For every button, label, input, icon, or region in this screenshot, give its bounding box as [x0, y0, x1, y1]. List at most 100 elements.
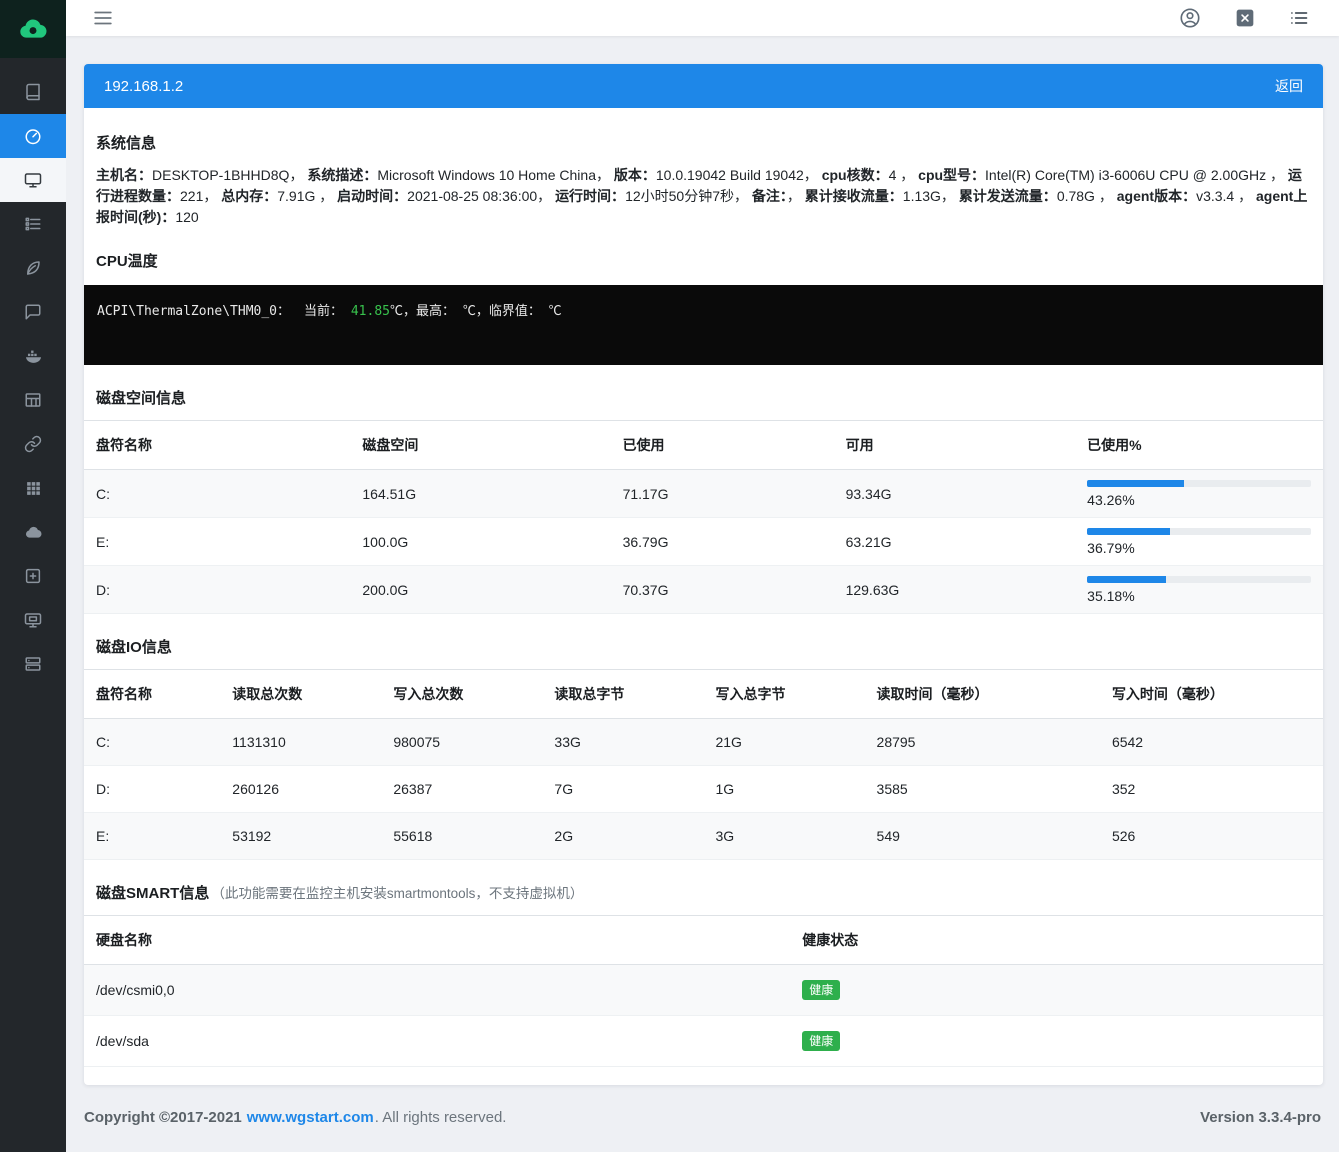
sidebar-item-server[interactable]	[0, 642, 66, 686]
col-header: 已使用	[611, 421, 834, 470]
write-count: 55618	[381, 813, 542, 860]
usage-progressbar	[1087, 480, 1311, 487]
drive-used: 71.17G	[611, 470, 834, 518]
chat-bubble-icon	[24, 303, 42, 321]
drive-name: E:	[84, 518, 350, 566]
read-count: 1131310	[220, 719, 381, 766]
usage-progressbar	[1087, 528, 1311, 535]
sidebar-nav	[0, 58, 66, 686]
sidebar-item-link[interactable]	[0, 422, 66, 466]
col-header: 磁盘空间	[350, 421, 610, 470]
content-area: 192.168.1.2 返回 系统信息 主机名：DESKTOP-1BHHD8Q，…	[66, 36, 1339, 1085]
health-status-badge: 健康	[802, 980, 840, 1000]
drive-name: E:	[84, 813, 220, 860]
menu-toggle-button[interactable]	[88, 3, 118, 33]
health-status-badge: 健康	[802, 1031, 840, 1051]
plus-square-icon	[24, 567, 42, 585]
sidebar-item-add[interactable]	[0, 554, 66, 598]
wgstart-link[interactable]: www.wgstart.com	[247, 1109, 374, 1126]
drive-free: 129.63G	[834, 566, 1076, 614]
disk-io-header-row: 盘符名称 读取总次数 写入总次数 读取总字节 写入总字节 读取时间（毫秒） 写入…	[84, 670, 1323, 719]
write-bytes: 3G	[703, 813, 864, 860]
app-root: 192.168.1.2 返回 系统信息 主机名：DESKTOP-1BHHD8Q，…	[0, 0, 1339, 1152]
usage-progressbar	[1087, 576, 1311, 583]
screen-share-icon	[24, 611, 42, 629]
sidebar-item-screen[interactable]	[0, 598, 66, 642]
read-time: 549	[865, 813, 1100, 860]
host-ip-title: 192.168.1.2	[104, 78, 183, 95]
col-header: 硬盘名称	[84, 916, 790, 965]
server-stack-icon	[24, 655, 42, 673]
disk-space-table: 盘符名称 磁盘空间 已使用 可用 已使用% C: 164.51G	[84, 420, 1323, 614]
system-info-heading: 系统信息	[96, 132, 1311, 153]
table-row: E: 53192 55618 2G 3G 549 526	[84, 813, 1323, 860]
disk-io-heading: 磁盘IO信息	[96, 636, 1311, 657]
system-info-text: 主机名：DESKTOP-1BHHD8Q， 系统描述：Microsoft Wind…	[96, 165, 1311, 228]
table-row: C: 1131310 980075 33G 21G 28795 6542	[84, 719, 1323, 766]
main-column: 192.168.1.2 返回 系统信息 主机名：DESKTOP-1BHHD8Q，…	[66, 0, 1339, 1152]
smart-header-row: 硬盘名称 健康状态	[84, 916, 1323, 965]
card-header: 192.168.1.2 返回	[84, 64, 1323, 108]
copyright-text: Copyright ©2017-2021	[84, 1109, 242, 1126]
sidebar-item-tasks[interactable]	[0, 202, 66, 246]
sidebar-item-dashboard[interactable]	[0, 114, 66, 158]
drive-free: 93.34G	[834, 470, 1076, 518]
drive-name: C:	[84, 719, 220, 766]
drive-used: 70.37G	[611, 566, 834, 614]
write-time: 6542	[1100, 719, 1323, 766]
log-list-button[interactable]	[1285, 4, 1313, 32]
sensor-name: ACPI\ThermalZone\THM0_0：	[97, 304, 290, 319]
cloud-logo-icon	[17, 13, 49, 45]
disk-io-table: 盘符名称 读取总次数 写入总次数 读取总字节 写入总字节 读取时间（毫秒） 写入…	[84, 669, 1323, 860]
usage-percent-label: 35.18%	[1087, 588, 1311, 604]
book-icon	[24, 83, 42, 101]
sidebar-item-chat[interactable]	[0, 290, 66, 334]
smart-table: 硬盘名称 健康状态 /dev/csmi0,0 健康 /dev/sda	[84, 915, 1323, 1067]
logout-square-icon	[1235, 8, 1255, 28]
sidebar-item-apps[interactable]	[0, 466, 66, 510]
topbar	[66, 0, 1339, 36]
sidebar	[0, 0, 66, 1152]
task-list-icon	[24, 215, 42, 233]
drive-name: C:	[84, 470, 350, 518]
read-time: 3585	[865, 766, 1100, 813]
table-row: E: 100.0G 36.79G 63.21G 36.79%	[84, 518, 1323, 566]
col-header: 已使用%	[1075, 421, 1323, 470]
docker-whale-icon	[24, 347, 43, 366]
sidebar-item-cloud[interactable]	[0, 510, 66, 554]
rights-text: . All rights reserved.	[375, 1109, 507, 1126]
sidebar-item-book[interactable]	[0, 70, 66, 114]
table-icon	[24, 391, 42, 409]
drive-name: D:	[84, 566, 350, 614]
table-row: /dev/csmi0,0 健康	[84, 965, 1323, 1016]
disk-space-heading: 磁盘空间信息	[96, 387, 1311, 408]
user-button[interactable]	[1175, 3, 1205, 33]
disk-device-name: /dev/csmi0,0	[84, 965, 790, 1016]
smart-heading: 磁盘SMART信息（此功能需要在监控主机安装smartmontools，不支持虚…	[96, 882, 1311, 903]
monitor-icon	[24, 171, 42, 189]
sidebar-item-table[interactable]	[0, 378, 66, 422]
copyright: Copyright ©2017-2021 www.wgstart.com. All…	[84, 1109, 506, 1126]
col-header: 读取总字节	[542, 670, 703, 719]
log-list-icon	[1289, 8, 1309, 28]
health-status-cell: 健康	[790, 1016, 1323, 1067]
current-label: 当前：	[304, 304, 343, 319]
cpu-temp-terminal: ACPI\ThermalZone\THM0_0：当前： 41.85℃，最高： ℃…	[84, 285, 1323, 365]
health-status-cell: 健康	[790, 965, 1323, 1016]
link-chain-icon	[24, 435, 42, 453]
logout-button[interactable]	[1231, 4, 1259, 32]
read-bytes: 33G	[542, 719, 703, 766]
sidebar-item-host-monitor[interactable]	[0, 158, 66, 202]
col-header: 盘符名称	[84, 670, 220, 719]
version-text: Version 3.3.4-pro	[1200, 1109, 1321, 1126]
col-header: 可用	[834, 421, 1076, 470]
leaf-icon	[24, 259, 42, 277]
read-count: 53192	[220, 813, 381, 860]
sidebar-item-docker[interactable]	[0, 334, 66, 378]
sidebar-item-leaf[interactable]	[0, 246, 66, 290]
green-cloud-logo[interactable]	[0, 0, 66, 58]
write-time: 352	[1100, 766, 1323, 813]
col-header: 写入总次数	[381, 670, 542, 719]
cpu-temp-heading: CPU温度	[96, 250, 1311, 271]
back-link[interactable]: 返回	[1275, 76, 1303, 96]
